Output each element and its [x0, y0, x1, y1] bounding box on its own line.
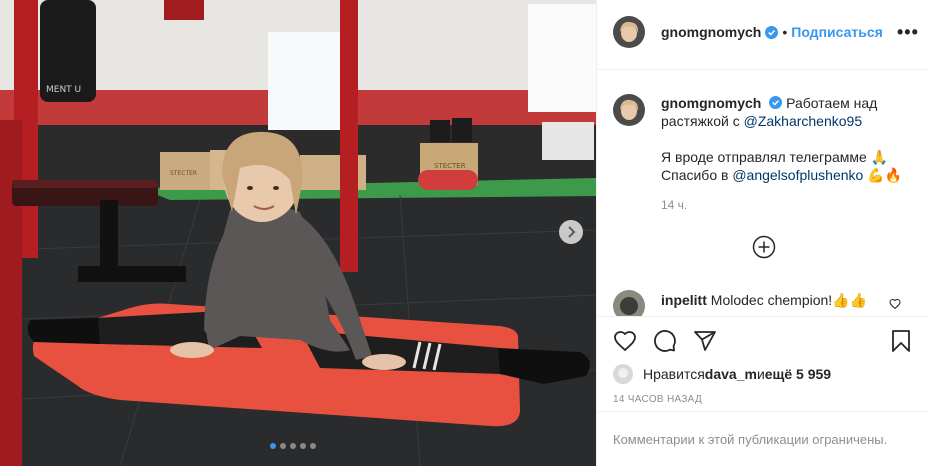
- carousel-dot: [290, 443, 296, 449]
- post-photo[interactable]: STECTER STECTER MENT U: [0, 0, 596, 466]
- carousel-dot: [300, 443, 306, 449]
- carousel-dot: [280, 443, 286, 449]
- comment-icon[interactable]: [653, 329, 677, 353]
- post-header: gnomgnomych • Подписаться •••: [597, 0, 928, 70]
- caption-emoji: 💪🔥: [863, 167, 903, 183]
- caption-time: 14 ч.: [661, 198, 688, 212]
- box-sign: STECTER: [434, 162, 466, 170]
- comment-text: Molodec chempion!👍👍: [710, 292, 868, 308]
- heart-icon[interactable]: [889, 298, 901, 310]
- mention-link[interactable]: @Zakharchenko95: [744, 113, 863, 129]
- caption-text: Спасибо в: [661, 167, 733, 183]
- avatar[interactable]: [613, 16, 645, 48]
- post-timestamp[interactable]: 14 ЧАСОВ НАЗАД: [613, 394, 702, 405]
- follow-button[interactable]: Подписаться: [791, 24, 883, 40]
- likes-middle: и: [756, 366, 765, 382]
- bag-text: MENT U: [46, 85, 81, 95]
- likes-prefix: Нравится: [643, 366, 705, 382]
- share-icon[interactable]: [693, 329, 717, 353]
- avatar[interactable]: [613, 94, 645, 126]
- caption-line: Я вроде отправлял телеграмме 🙏: [661, 149, 889, 165]
- more-options-icon[interactable]: •••: [897, 22, 919, 43]
- photo-illustration: STECTER STECTER MENT U: [0, 0, 596, 466]
- avatar[interactable]: [613, 364, 633, 384]
- comments-disabled-text: Комментарии к этой публикации ограничены…: [613, 432, 888, 447]
- post-actions: Нравится dava_m и ещё 5 959 14 ЧАСОВ НАЗ…: [597, 316, 928, 411]
- box-sign-2: STECTER: [170, 170, 197, 177]
- mention-link[interactable]: @angelsofplushenko: [732, 167, 863, 183]
- comments-disabled-notice: Комментарии к этой публикации ограничены…: [597, 411, 928, 466]
- comment-username[interactable]: inpelitt: [661, 292, 707, 308]
- comment-row: inpelitt Molodec chempion!👍👍: [597, 290, 928, 316]
- heart-icon[interactable]: [613, 329, 637, 353]
- verified-badge-icon: [769, 96, 783, 109]
- avatar[interactable]: [613, 290, 645, 316]
- separator-dot: •: [782, 24, 788, 40]
- carousel-dots: [270, 443, 316, 449]
- carousel-next-button[interactable]: [559, 220, 583, 244]
- chevron-right-icon: [568, 226, 576, 238]
- caption-username[interactable]: gnomgnomych: [661, 95, 761, 111]
- save-icon[interactable]: [889, 329, 913, 353]
- likes-count[interactable]: ещё 5 959: [765, 366, 831, 382]
- post-author-username[interactable]: gnomgnomych: [661, 24, 761, 40]
- carousel-dot: [310, 443, 316, 449]
- post-caption: gnomgnomych Работаем над растяжкой с @Za…: [597, 70, 928, 316]
- carousel-dot: [270, 443, 276, 449]
- plus-circle-icon[interactable]: [752, 235, 776, 259]
- verified-badge-icon: [765, 25, 779, 39]
- post-side-panel: gnomgnomych • Подписаться ••• gnomgnomyc…: [596, 0, 928, 466]
- likes-summary: Нравится dava_m и ещё 5 959: [613, 364, 831, 384]
- liked-by-user[interactable]: dava_m: [705, 366, 757, 382]
